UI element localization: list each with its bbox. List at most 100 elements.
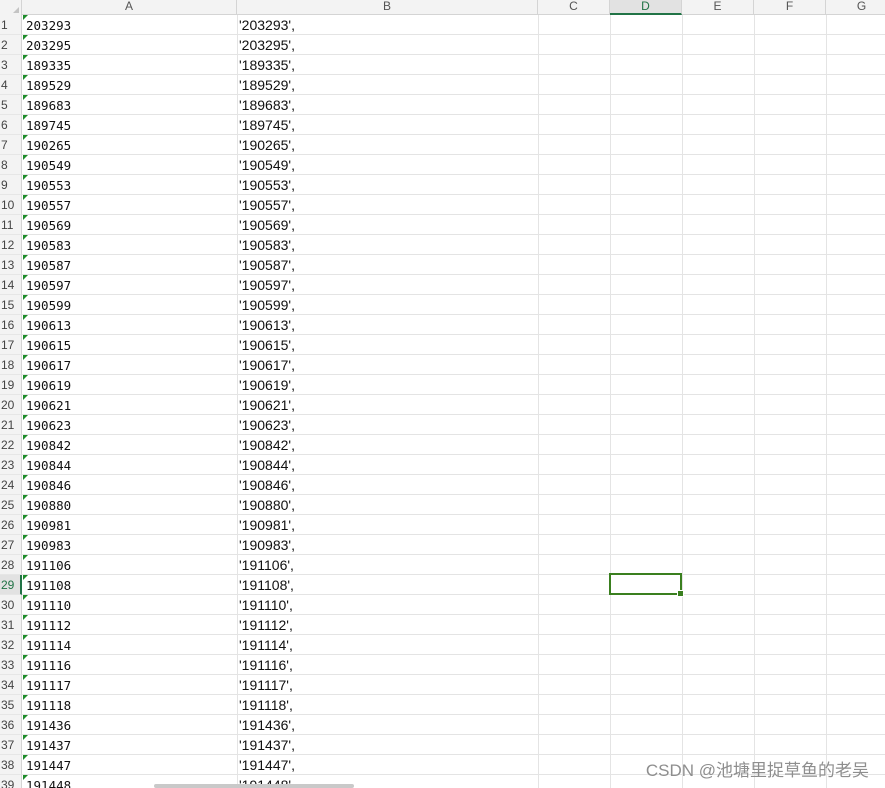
cell-b[interactable]: '190613', (237, 315, 537, 335)
cell-b[interactable]: '190880', (237, 495, 537, 515)
cell-b[interactable]: '190981', (237, 515, 537, 535)
row-header[interactable]: 2 (0, 35, 22, 55)
cell-b[interactable]: '190599', (237, 295, 537, 315)
cell-b[interactable]: '190619', (237, 375, 537, 395)
row-header[interactable]: 10 (0, 195, 22, 215)
row-header[interactable]: 29 (0, 575, 22, 595)
fill-handle[interactable] (677, 590, 684, 597)
cell-a[interactable]: 189335 (23, 55, 236, 75)
cell-b[interactable]: '190615', (237, 335, 537, 355)
cell-b[interactable]: '190617', (237, 355, 537, 375)
row-header[interactable]: 39 (0, 775, 22, 788)
row-header[interactable]: 4 (0, 75, 22, 95)
cell-a[interactable]: 190569 (23, 215, 236, 235)
row-header[interactable]: 15 (0, 295, 22, 315)
cell-a[interactable]: 190617 (23, 355, 236, 375)
row-header[interactable]: 18 (0, 355, 22, 375)
cell-b[interactable]: '190265', (237, 135, 537, 155)
cell-b[interactable]: '190621', (237, 395, 537, 415)
cell-a[interactable]: 191116 (23, 655, 236, 675)
row-header[interactable]: 26 (0, 515, 22, 535)
row-header[interactable]: 14 (0, 275, 22, 295)
cell-b[interactable]: '190553', (237, 175, 537, 195)
cell-a[interactable]: 191118 (23, 695, 236, 715)
row-header[interactable]: 9 (0, 175, 22, 195)
cell-b[interactable]: '189529', (237, 75, 537, 95)
cell-a[interactable]: 191110 (23, 595, 236, 615)
row-header[interactable]: 12 (0, 235, 22, 255)
cell-a[interactable]: 191447 (23, 755, 236, 775)
column-header-c[interactable]: C (538, 0, 610, 15)
cell-a[interactable]: 190842 (23, 435, 236, 455)
cell-a[interactable]: 203293 (23, 15, 236, 35)
cell-b[interactable]: '191437', (237, 735, 537, 755)
cell-a[interactable]: 191114 (23, 635, 236, 655)
cell-b[interactable]: '190557', (237, 195, 537, 215)
selected-cell-d29[interactable] (609, 573, 684, 597)
row-header[interactable]: 35 (0, 695, 22, 715)
row-header[interactable]: 24 (0, 475, 22, 495)
cell-b[interactable]: '190842', (237, 435, 537, 455)
cell-a[interactable]: 191112 (23, 615, 236, 635)
row-header[interactable]: 31 (0, 615, 22, 635)
cell-a[interactable]: 190880 (23, 495, 236, 515)
cell-a[interactable]: 189683 (23, 95, 236, 115)
cell-a[interactable]: 190615 (23, 335, 236, 355)
cell-b[interactable]: '189335', (237, 55, 537, 75)
row-header[interactable]: 21 (0, 415, 22, 435)
row-header[interactable]: 11 (0, 215, 22, 235)
row-header[interactable]: 1 (0, 15, 22, 35)
cell-b[interactable]: '191106', (237, 555, 537, 575)
select-all-corner[interactable] (0, 0, 22, 15)
cell-b[interactable]: '191110', (237, 595, 537, 615)
row-header[interactable]: 7 (0, 135, 22, 155)
cell-b[interactable]: '191118', (237, 695, 537, 715)
cell-b[interactable]: '190583', (237, 235, 537, 255)
cell-a[interactable]: 190844 (23, 455, 236, 475)
row-header[interactable]: 30 (0, 595, 22, 615)
cell-b[interactable]: '191114', (237, 635, 537, 655)
row-header[interactable]: 27 (0, 535, 22, 555)
cell-a[interactable]: 190549 (23, 155, 236, 175)
row-header[interactable]: 22 (0, 435, 22, 455)
cell-b[interactable]: '191116', (237, 655, 537, 675)
cell-a[interactable]: 190553 (23, 175, 236, 195)
row-header[interactable]: 17 (0, 335, 22, 355)
row-header[interactable]: 16 (0, 315, 22, 335)
cell-b[interactable]: '191436', (237, 715, 537, 735)
row-header[interactable]: 32 (0, 635, 22, 655)
row-header[interactable]: 8 (0, 155, 22, 175)
column-header-d[interactable]: D (610, 0, 682, 15)
cell-a[interactable]: 190265 (23, 135, 236, 155)
cell-b[interactable]: '190569', (237, 215, 537, 235)
cell-a[interactable]: 190587 (23, 255, 236, 275)
cell-b[interactable]: '203295', (237, 35, 537, 55)
cell-a[interactable]: 191117 (23, 675, 236, 695)
cell-b[interactable]: '190844', (237, 455, 537, 475)
column-header-f[interactable]: F (754, 0, 826, 15)
row-header[interactable]: 5 (0, 95, 22, 115)
cell-b[interactable]: '191447', (237, 755, 537, 775)
cell-a[interactable]: 190981 (23, 515, 236, 535)
row-header[interactable]: 38 (0, 755, 22, 775)
cell-a[interactable]: 191106 (23, 555, 236, 575)
cell-b[interactable]: '189683', (237, 95, 537, 115)
cell-a[interactable]: 190846 (23, 475, 236, 495)
row-header[interactable]: 28 (0, 555, 22, 575)
cell-b[interactable]: '190983', (237, 535, 537, 555)
cell-b[interactable]: '190846', (237, 475, 537, 495)
row-header[interactable]: 6 (0, 115, 22, 135)
row-header[interactable]: 34 (0, 675, 22, 695)
cell-a[interactable]: 190613 (23, 315, 236, 335)
row-header[interactable]: 19 (0, 375, 22, 395)
horizontal-scrollbar[interactable] (154, 784, 354, 788)
cell-a[interactable]: 190557 (23, 195, 236, 215)
cell-a[interactable]: 190619 (23, 375, 236, 395)
cell-b[interactable]: '190597', (237, 275, 537, 295)
cell-a[interactable]: 190621 (23, 395, 236, 415)
column-header-g[interactable]: G (826, 0, 885, 15)
cell-a[interactable]: 190597 (23, 275, 236, 295)
cell-a[interactable]: 190583 (23, 235, 236, 255)
cell-b[interactable]: '203293', (237, 15, 537, 35)
cell-a[interactable]: 191436 (23, 715, 236, 735)
